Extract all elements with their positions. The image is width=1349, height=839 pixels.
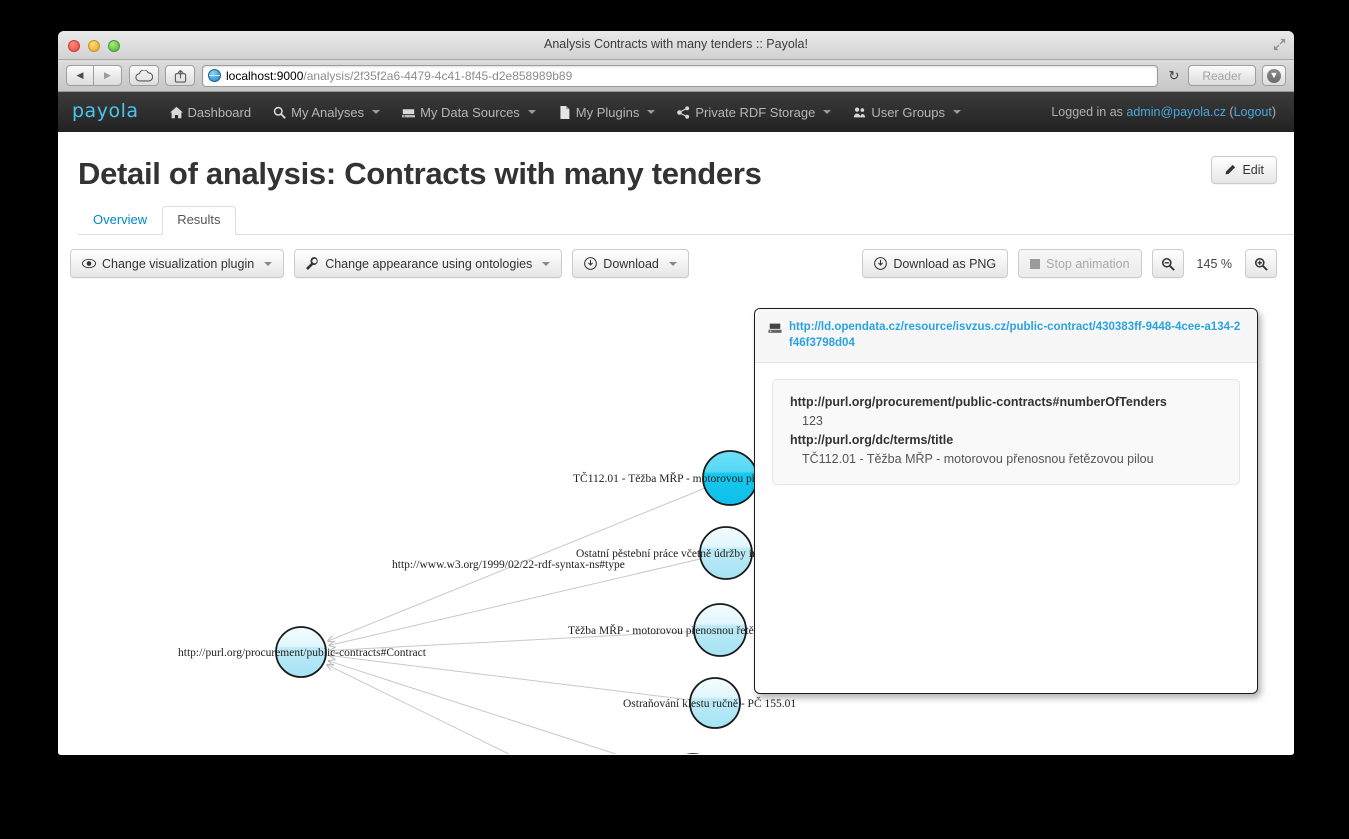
logout-close-paren: ) xyxy=(1271,105,1276,119)
download-as-png-button[interactable]: Download as PNG xyxy=(862,249,1009,278)
logged-in-label: Logged in as xyxy=(1051,105,1127,119)
site-navbar: payola Dashboard My Analyses My Data Sou… xyxy=(58,92,1294,132)
downloads-icon[interactable]: ▼ xyxy=(1262,65,1286,86)
graph-node-label: Ostraňování klestu ručně - PČ 155.01 xyxy=(623,698,797,710)
graph-edges xyxy=(327,487,706,754)
chevron-down-icon xyxy=(527,110,536,114)
logout-open-paren: ( xyxy=(1225,105,1234,119)
file-icon xyxy=(560,105,570,119)
nav-item-label: My Data Sources xyxy=(420,104,520,120)
nav-item-my-plugins[interactable]: My Plugins xyxy=(547,92,667,132)
zoom-level-value: 145 % xyxy=(1196,256,1232,271)
chevron-down-icon xyxy=(542,261,551,266)
users-icon xyxy=(854,107,866,117)
download-circle-icon xyxy=(874,257,888,270)
nav-item-user-groups[interactable]: User Groups xyxy=(842,92,972,132)
nav-item-label: User Groups xyxy=(871,104,946,120)
url-path: /analysis/2f35f2a6-4479-4c41-8f45-d2e858… xyxy=(303,68,573,83)
search-icon xyxy=(273,106,286,119)
reload-button[interactable]: ↻ xyxy=(1163,65,1185,86)
logout-link[interactable]: Logout xyxy=(1234,105,1272,119)
stop-square-icon xyxy=(1030,258,1041,269)
nav-item-label: Dashboard xyxy=(187,104,252,120)
nav-item-label: My Analyses xyxy=(291,104,365,120)
payola-logo[interactable]: payola xyxy=(72,100,139,122)
chevron-down-icon xyxy=(668,261,677,266)
button-label: Stop animation xyxy=(1046,256,1130,271)
back-button[interactable]: ◀ xyxy=(66,65,94,86)
graph-edge xyxy=(329,661,618,754)
icloud-icon[interactable] xyxy=(129,65,159,86)
window-titlebar: Analysis Contracts with many tenders :: … xyxy=(58,31,1294,60)
user-email-link[interactable]: admin@payola.cz xyxy=(1126,105,1226,119)
change-visualization-plugin-button[interactable]: Change visualization plugin xyxy=(70,249,285,278)
visualization-toolbar: Change visualization plugin Change appea… xyxy=(70,249,1277,279)
edit-button[interactable]: Edit xyxy=(1211,156,1277,184)
page-content: Detail of analysis: Contracts with many … xyxy=(58,132,1294,754)
pencil-icon xyxy=(1226,164,1236,175)
login-status: Logged in as admin@payola.cz (Logout) xyxy=(1051,105,1280,119)
download-circle-icon xyxy=(584,257,598,270)
zoom-in-icon[interactable] xyxy=(1245,249,1277,278)
database-icon xyxy=(768,323,782,333)
stop-animation-button[interactable]: Stop animation xyxy=(1018,249,1142,278)
fullscreen-arrows-icon[interactable] xyxy=(1272,37,1287,52)
wrench-icon xyxy=(306,257,318,270)
nav-item-my-analyses[interactable]: My Analyses xyxy=(262,92,391,132)
button-label: Download xyxy=(603,256,659,271)
resource-detail-body: http://purl.org/procurement/public-contr… xyxy=(755,363,1257,501)
chevron-down-icon xyxy=(647,110,656,114)
edit-button-label: Edit xyxy=(1242,163,1264,177)
url-bar[interactable]: localhost:9000/analysis/2f35f2a6-4479-4c… xyxy=(202,64,1158,87)
property-value: 123 xyxy=(802,414,823,428)
nav-item-my-data-sources[interactable]: My Data Sources xyxy=(391,92,547,132)
resource-uri-link[interactable]: http://ld.opendata.cz/resource/isvzus.cz… xyxy=(789,319,1244,351)
nav-item-label: My Plugins xyxy=(575,104,640,120)
nav-item-dashboard[interactable]: Dashboard xyxy=(159,92,263,132)
graph-edge xyxy=(327,665,511,754)
browser-toolbar: ◀ ▶ localhost:9000/analysis/2f35f2a6-447… xyxy=(58,60,1294,92)
web-page: payola Dashboard My Analyses My Data Sou… xyxy=(58,92,1294,754)
chevron-down-icon xyxy=(953,110,962,114)
globe-icon xyxy=(208,69,221,82)
eye-icon xyxy=(82,258,96,269)
graph-node-label: http://www.w3.org/1999/02/22-rdf-syntax-… xyxy=(392,559,625,571)
reader-button[interactable]: Reader xyxy=(1188,65,1256,86)
chevron-down-icon xyxy=(264,261,273,266)
chevron-down-icon xyxy=(372,110,381,114)
window-title: Analysis Contracts with many tenders :: … xyxy=(543,37,808,51)
share-icon[interactable] xyxy=(165,65,195,86)
tab-overview[interactable]: Overview xyxy=(78,206,162,235)
url-host: localhost:9000 xyxy=(226,68,304,83)
url-text: localhost:9000/analysis/2f35f2a6-4479-4c… xyxy=(226,69,572,83)
nav-item-private-rdf-storage[interactable]: Private RDF Storage xyxy=(666,92,842,132)
tab-results[interactable]: Results xyxy=(162,206,236,235)
share-nodes-icon xyxy=(677,105,690,119)
tab-bar: Overview Results xyxy=(78,206,1294,235)
forward-button[interactable]: ▶ xyxy=(94,65,122,86)
resource-detail-panel[interactable]: http://ld.opendata.cz/resource/isvzus.cz… xyxy=(754,308,1258,694)
page-title: Detail of analysis: Contracts with many … xyxy=(78,156,762,191)
change-appearance-button[interactable]: Change appearance using ontologies xyxy=(294,249,563,278)
chevron-down-icon xyxy=(823,110,832,114)
properties-box: http://purl.org/procurement/public-contr… xyxy=(772,379,1240,485)
button-label: Change appearance using ontologies xyxy=(325,256,533,271)
button-label: Change visualization plugin xyxy=(102,256,255,271)
property-key: http://purl.org/dc/terms/title xyxy=(790,433,954,447)
zoom-out-icon[interactable] xyxy=(1151,249,1184,278)
button-label: Download as PNG xyxy=(893,256,997,271)
download-button[interactable]: Download xyxy=(572,249,689,278)
graph-edge xyxy=(330,656,691,701)
property-key: http://purl.org/procurement/public-contr… xyxy=(790,395,1167,409)
resource-detail-header: http://ld.opendata.cz/resource/isvzus.cz… xyxy=(755,309,1257,363)
graph-node-label: http://purl.org/procurement/public-contr… xyxy=(178,647,426,659)
nav-item-label: Private RDF Storage xyxy=(695,104,816,120)
nav-buttons-group: ◀ ▶ xyxy=(66,65,122,86)
zoom-controls: 145 % xyxy=(1151,249,1277,278)
property-value: TČ112.01 - Těžba MŘP - motorovou přenosn… xyxy=(802,452,1154,466)
browser-window: Analysis Contracts with many tenders :: … xyxy=(58,31,1294,755)
home-icon xyxy=(169,106,183,118)
database-icon xyxy=(402,108,416,117)
